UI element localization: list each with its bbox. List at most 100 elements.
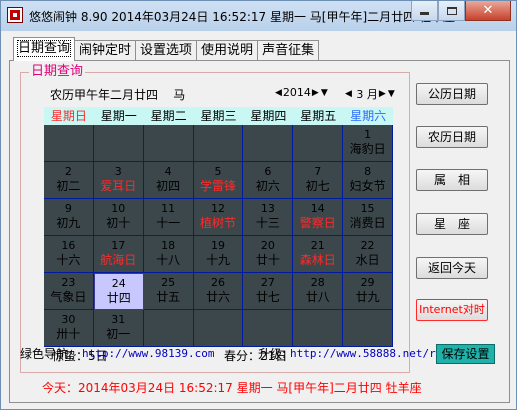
weekday-header: 星期日 星期一 星期二 星期三 星期四 星期五 星期六 <box>44 107 393 125</box>
lunar-label: 十九 <box>205 253 230 267</box>
window-title: 悠悠闹钟 8.90 2014年03月24日 16:52:17 星期一 马[甲午年… <box>29 10 455 24</box>
internet-time-button[interactable]: Internet对时 <box>416 299 488 321</box>
calendar-day-cell[interactable]: 2 初二 <box>44 162 94 199</box>
nav-link[interactable]: http://www.98139.com <box>82 344 214 364</box>
calendar-day-cell[interactable]: 17 航海日 <box>93 236 144 273</box>
calendar-day-cell[interactable]: 15 消费日 <box>343 199 393 236</box>
close-icon: ✕ <box>482 3 494 18</box>
app-clock-icon[interactable] <box>7 7 23 23</box>
calendar-day-cell[interactable] <box>143 125 194 162</box>
calendar-day-cell[interactable]: 29 廿九 <box>343 273 393 310</box>
calendar-day-cell[interactable]: 13 十三 <box>243 199 294 236</box>
day-number: 8 <box>364 165 372 178</box>
calendar-day-cell[interactable]: 10 初十 <box>93 199 144 236</box>
calendar-day-cell[interactable]: 22 水日 <box>343 236 393 273</box>
tab-label: 日期查询 <box>16 40 72 57</box>
tab-alarm[interactable]: 闹钟定时 <box>74 40 137 61</box>
calendar-day-cell[interactable]: 4 初四 <box>143 162 194 199</box>
calendar-day-cell[interactable]: 1 海豹日 <box>343 125 393 162</box>
calendar-day-cell[interactable]: 8 妇女节 <box>343 162 393 199</box>
close-button[interactable]: ✕ <box>465 1 511 21</box>
calendar-day-cell[interactable] <box>243 310 294 347</box>
zodiac-button[interactable]: 属 相 <box>416 169 488 191</box>
calendar-day-cell[interactable]: 26 廿六 <box>193 273 244 310</box>
lunar-label: 消费日 <box>349 216 386 230</box>
calendar-day-cell[interactable]: 14 警察日 <box>293 199 344 236</box>
calendar-day-cell[interactable]: 25 廿五 <box>143 273 194 310</box>
day-number: 2 <box>64 165 72 178</box>
lunar-label: 植树节 <box>199 216 236 230</box>
lunar-label: 警察日 <box>299 216 336 230</box>
prev-month-icon[interactable]: ◀ <box>345 89 352 99</box>
calendar-day-cell[interactable] <box>143 310 194 347</box>
calendar-day-cell[interactable]: 18 十八 <box>143 236 194 273</box>
calendar-day-cell[interactable] <box>93 125 144 162</box>
lunar-label: 廿九 <box>355 290 380 304</box>
day-number: 14 <box>310 202 325 215</box>
lunar-label: 初二 <box>56 179 81 193</box>
calendar-day-cell[interactable] <box>343 310 393 347</box>
weekday-thu: 星期四 <box>250 109 287 123</box>
calendar-day-cell[interactable]: 16 十六 <box>44 236 94 273</box>
calendar-day-cell[interactable]: 28 廿八 <box>293 273 344 310</box>
nav-label: 绿色导航: <box>20 347 73 361</box>
calendar-day-cell[interactable]: 9 初九 <box>44 199 94 236</box>
day-number: 13 <box>260 202 275 215</box>
title-bar[interactable]: 悠悠闹钟 8.90 2014年03月24日 16:52:17 星期一 马[甲午年… <box>1 1 516 31</box>
day-number: 4 <box>164 165 172 178</box>
lunar-label: 廿五 <box>156 290 181 304</box>
calendar-day-cell[interactable]: 19 十九 <box>193 236 244 273</box>
year-dropdown-icon[interactable]: ▼ <box>321 88 328 98</box>
calendar-day-cell[interactable]: 11 十一 <box>143 199 194 236</box>
tab-date-query[interactable]: 日期查询 <box>13 37 76 61</box>
tab-settings[interactable]: 设置选项 <box>135 40 198 61</box>
back-today-button[interactable]: 返回今天 <box>416 257 488 279</box>
next-month-icon[interactable]: ▶ <box>379 89 386 99</box>
calendar-day-cell[interactable]: 7 初七 <box>293 162 344 199</box>
next-year-icon[interactable]: ▶ <box>312 88 319 98</box>
day-number: 19 <box>210 239 225 252</box>
app-window: 悠悠闹钟 8.90 2014年03月24日 16:52:17 星期一 马[甲午年… <box>0 0 517 410</box>
prev-year-icon[interactable]: ◀ <box>275 88 282 98</box>
weekday-sun: 星期日 <box>50 109 87 123</box>
constellation-button[interactable]: 星 座 <box>416 213 488 235</box>
group-title: 日期查询 <box>29 64 86 80</box>
calendar-day-cell[interactable] <box>293 310 344 347</box>
month-dropdown-icon[interactable]: ▼ <box>388 89 395 99</box>
day-number: 15 <box>360 202 375 215</box>
calendar-day-cell[interactable]: 31 初一 <box>93 310 144 347</box>
lunar-label: 学雷锋 <box>199 179 236 193</box>
lunar-date-button[interactable]: 农历日期 <box>416 126 488 148</box>
caption-buttons: ✕ <box>411 1 511 21</box>
calendar-day-cell[interactable]: 6 初六 <box>243 162 294 199</box>
calendar-day-cell[interactable]: 30 卅十 <box>44 310 94 347</box>
year-spinner[interactable]: ◀ 2014 ▶ ▼ <box>274 86 329 99</box>
solar-date-button[interactable]: 公历日期 <box>416 83 488 105</box>
calendar-day-cell[interactable] <box>193 310 244 347</box>
calendar-day-cell[interactable] <box>293 125 344 162</box>
calendar-day-cell[interactable]: 24 廿四 <box>93 273 144 310</box>
tab-help[interactable]: 使用说明 <box>196 40 259 61</box>
calendar-day-cell[interactable]: 5 学雷锋 <box>193 162 244 199</box>
calendar-day-cell[interactable]: 21 森林日 <box>293 236 344 273</box>
save-settings-button[interactable]: 保存设置 <box>436 344 495 364</box>
lunar-label: 航海日 <box>100 253 137 267</box>
calendar-day-cell[interactable] <box>193 125 244 162</box>
calendar-day-cell[interactable]: 27 廿七 <box>243 273 294 310</box>
month-spinner[interactable]: ◀ 3 月 ▶ ▼ <box>344 86 396 102</box>
calendar-day-cell[interactable]: 12 植树节 <box>193 199 244 236</box>
calendar-day-cell[interactable] <box>243 125 294 162</box>
calendar-day-cell[interactable] <box>44 125 94 162</box>
month-unit: 月 <box>366 88 378 101</box>
minimize-button[interactable] <box>411 1 438 21</box>
tab-sounds[interactable]: 声音征集 <box>257 40 320 61</box>
upgrade-link[interactable]: http://www.58888.net/rj <box>290 344 442 364</box>
calendar-day-cell[interactable]: 3 爱耳日 <box>93 162 144 199</box>
zodiac-text: 马 <box>173 88 186 102</box>
calendar-day-cell[interactable]: 23 气象日 <box>44 273 94 310</box>
lunar-label: 初十 <box>106 216 131 230</box>
maximize-button[interactable] <box>438 1 465 21</box>
lunar-label: 十一 <box>156 216 181 230</box>
calendar-day-cell[interactable]: 20 廿十 <box>243 236 294 273</box>
lunar-label: 森林日 <box>299 253 336 267</box>
